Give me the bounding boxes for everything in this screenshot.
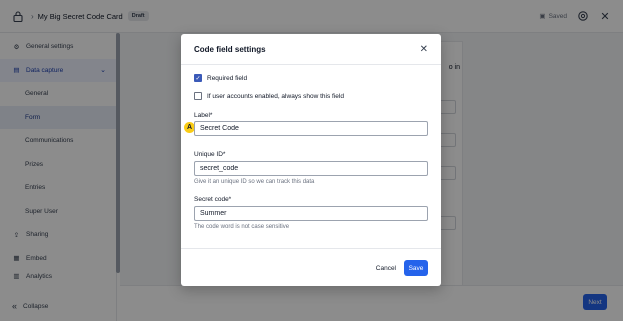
label-input[interactable] (194, 121, 428, 136)
label-field-label: Label* (194, 112, 213, 119)
cancel-button[interactable]: Cancel (376, 260, 396, 276)
accounts-checkbox-label: If user accounts enabled, always show th… (207, 92, 344, 100)
dialog-header: Code field settings ✕ (181, 34, 441, 65)
required-field-label: Required field (207, 74, 248, 82)
unique-id-input[interactable] (194, 161, 428, 176)
save-button[interactable]: Save (404, 260, 428, 276)
dialog-title: Code field settings (194, 44, 266, 54)
required-field-checkbox[interactable]: ✓ (194, 74, 202, 82)
unique-id-field-label: Unique ID* (194, 151, 226, 158)
required-field-checkbox-row[interactable]: ✓ Required field (194, 74, 247, 82)
secret-code-input[interactable] (194, 206, 428, 221)
unique-id-help: Give it an unique ID so we can track thi… (194, 179, 315, 185)
close-icon[interactable]: ✕ (420, 44, 428, 55)
accounts-checkbox-row[interactable]: If user accounts enabled, always show th… (194, 92, 344, 100)
code-field-settings-dialog: Code field settings ✕ ✓ Required field A… (181, 34, 441, 286)
accounts-checkbox[interactable] (194, 92, 202, 100)
dialog-footer: Cancel Save (181, 248, 441, 286)
secret-code-help: The code word is not case sensitive (194, 224, 290, 230)
secret-code-field-label: Secret code* (194, 196, 232, 203)
